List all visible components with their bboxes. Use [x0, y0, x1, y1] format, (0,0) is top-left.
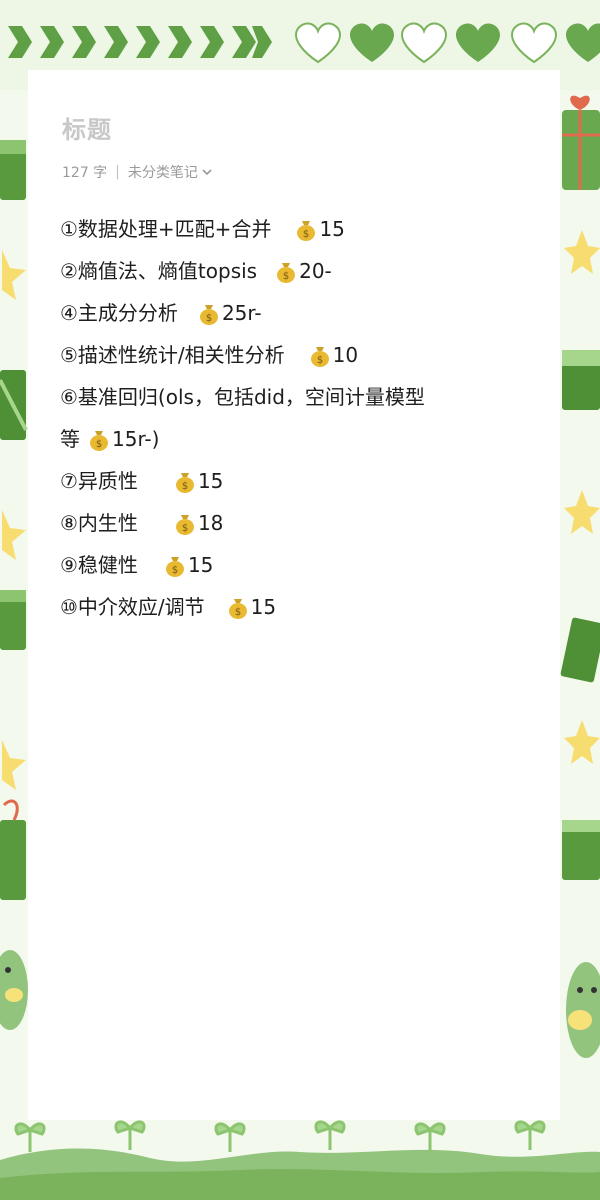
svg-text:$: $	[283, 271, 289, 282]
svg-text:$: $	[206, 313, 212, 324]
note-meta: 127 字 | 未分类笔记	[62, 162, 214, 182]
money-bag-icon: $	[199, 305, 218, 325]
money-bag-icon: $	[175, 473, 194, 493]
svg-text:$: $	[234, 607, 240, 618]
right-border-decoration	[560, 90, 600, 1090]
svg-text:$: $	[316, 355, 322, 366]
left-border-decoration	[0, 90, 30, 1090]
list-item: ⑧内生性 $ 18	[60, 502, 530, 544]
list-item: ⑤描述性统计/相关性分析 $ 10	[60, 334, 530, 376]
price-tag: $ 15r-)	[88, 418, 159, 460]
svg-text:$: $	[182, 523, 188, 534]
price-tag: $ 15	[164, 544, 213, 586]
meta-divider: |	[115, 164, 120, 180]
price-tag: $ 18	[174, 502, 223, 544]
price-tag: $ 15	[174, 460, 223, 502]
list-item: ⑥基准回归(ols，包括did，空间计量模型	[60, 385, 425, 409]
price-tag: $ 20-	[275, 250, 332, 292]
chevron-down-icon	[202, 169, 212, 176]
money-bag-icon: $	[297, 221, 316, 241]
svg-text:$: $	[182, 481, 188, 492]
svg-text:$: $	[172, 565, 178, 576]
note-card: 标题 127 字 | 未分类笔记 ①数据处理+匹配+合并 $ 15 ②熵值法、熵…	[28, 70, 560, 1120]
list-item: ②熵值法、熵值topsis $ 20-	[60, 250, 530, 292]
category-label: 未分类笔记	[127, 165, 198, 181]
list-item: ⑦异质性 $ 15	[60, 460, 530, 502]
price-tag: $ 25r-	[198, 292, 262, 334]
svg-text:$: $	[96, 439, 102, 450]
price-tag: $ 10	[309, 334, 358, 376]
money-bag-icon: $	[277, 263, 296, 283]
list-item: ⑩中介效应/调节 $ 15	[60, 586, 530, 628]
money-bag-icon: $	[310, 347, 329, 367]
category-selector[interactable]: 未分类笔记	[128, 162, 214, 182]
money-bag-icon: $	[175, 515, 194, 535]
note-title[interactable]: 标题	[62, 110, 112, 145]
price-tag: $ 15	[295, 208, 345, 250]
list-item: ⑨稳健性 $ 15	[60, 544, 530, 586]
list-item: ①数据处理+匹配+合并 $ 15	[60, 208, 530, 250]
money-bag-icon: $	[228, 599, 247, 619]
list-item: ④主成分分析 $ 25r-	[60, 292, 530, 334]
svg-text:$: $	[303, 229, 309, 240]
money-bag-icon: $	[90, 431, 108, 451]
list-item-continuation: 等 $ 15r-)	[60, 418, 530, 460]
note-body[interactable]: ①数据处理+匹配+合并 $ 15 ②熵值法、熵值topsis $ 20- ④主成…	[60, 208, 530, 628]
word-count: 127 字	[62, 165, 108, 181]
price-tag: $ 15	[227, 586, 276, 628]
money-bag-icon: $	[165, 557, 184, 577]
